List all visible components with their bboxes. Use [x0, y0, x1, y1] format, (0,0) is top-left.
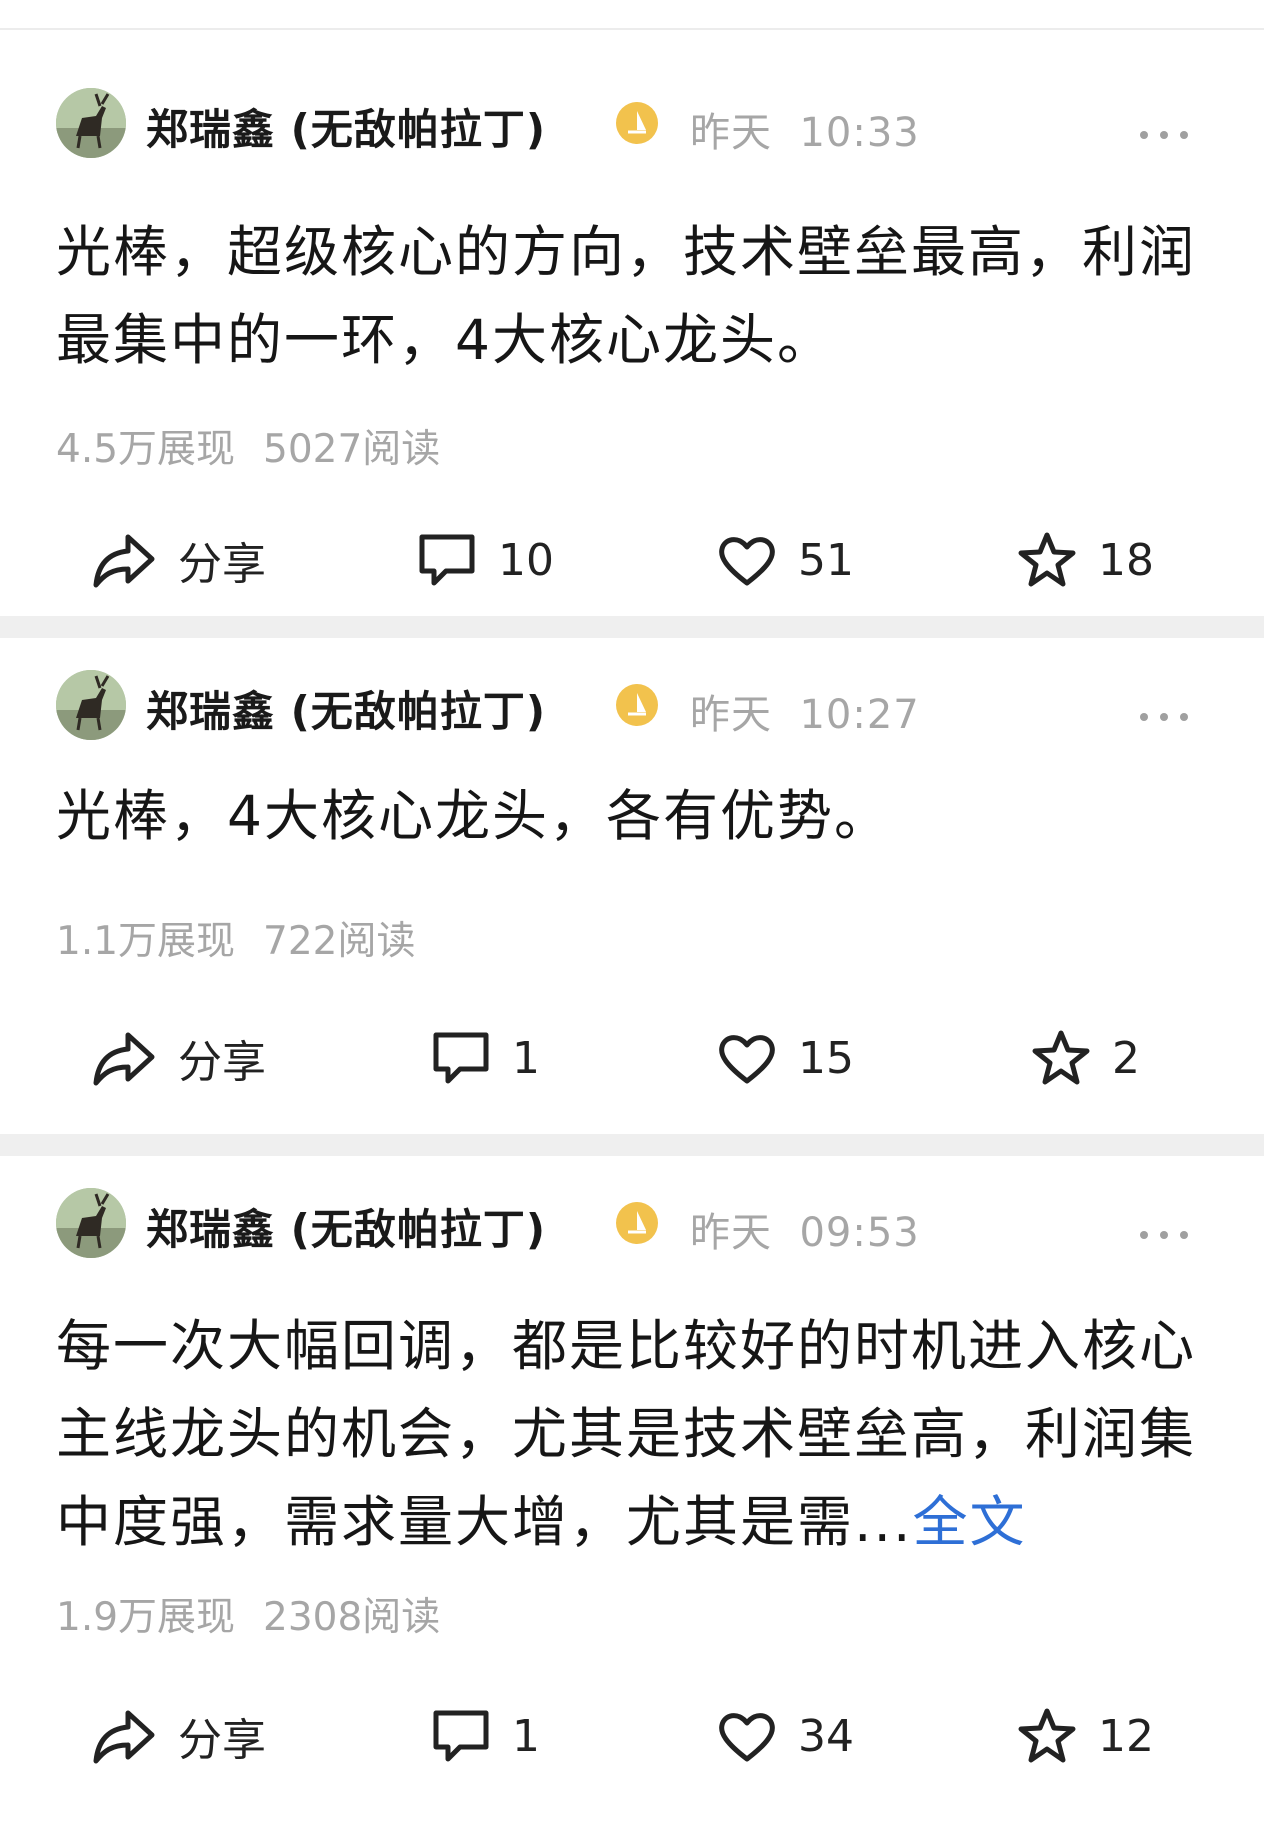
comment-button[interactable]: 10: [416, 520, 554, 600]
top-divider: [0, 0, 1264, 30]
action-bar: 分享 1 34 12: [0, 1696, 1264, 1776]
post-card[interactable]: 郑瑞鑫 (无敌帕拉丁) 昨天 10:33 光棒，超级核心的方向，技术壁垒最高，利…: [0, 30, 1264, 616]
favorite-button[interactable]: 2: [1030, 1018, 1140, 1098]
post-time: 昨天 09:53: [690, 1210, 920, 1256]
share-label: 分享: [178, 1037, 266, 1088]
post-content[interactable]: 光棒，4大核心龙头，各有优势。: [56, 772, 1206, 860]
author-name[interactable]: 郑瑞鑫 (无敌帕拉丁): [146, 96, 546, 157]
share-button[interactable]: 分享: [92, 520, 266, 600]
post-separator: [0, 616, 1264, 638]
favorite-count: 2: [1112, 1032, 1140, 1084]
heart-icon: [719, 537, 775, 586]
comment-bubble-icon: [433, 1710, 489, 1762]
author-avatar[interactable]: [56, 88, 126, 158]
author-avatar[interactable]: [56, 1188, 126, 1258]
more-dots-icon[interactable]: [1136, 1214, 1192, 1254]
verified-badge-icon: [616, 684, 658, 726]
post-header: 郑瑞鑫 (无敌帕拉丁) 昨天 10:33: [0, 74, 1264, 170]
full-text-link[interactable]: 全文: [912, 1490, 1026, 1554]
star-icon: [1032, 1030, 1090, 1085]
favorite-button[interactable]: 18: [1016, 520, 1154, 600]
comment-count: 1: [512, 1710, 540, 1762]
share-button[interactable]: 分享: [92, 1018, 266, 1098]
comment-bubble-icon: [419, 534, 475, 586]
star-icon: [1018, 532, 1076, 587]
post-separator: [0, 1134, 1264, 1156]
like-button[interactable]: 15: [716, 1018, 854, 1098]
share-arrow-icon: [93, 1032, 155, 1086]
comment-button[interactable]: 1: [430, 1696, 540, 1776]
comment-count: 1: [512, 1032, 540, 1084]
more-dots-icon[interactable]: [1136, 114, 1192, 154]
share-arrow-icon: [93, 534, 155, 588]
post-stats: 1.9万展现 2308阅读: [56, 1586, 440, 1642]
heart-icon: [719, 1713, 775, 1762]
action-bar: 分享 1 15 2: [0, 1018, 1264, 1098]
deer-sculpture-image: [56, 670, 126, 740]
deer-sculpture-image: [56, 88, 126, 158]
reads-count: 722阅读: [263, 919, 416, 964]
verified-badge-icon: [616, 1202, 658, 1244]
like-button[interactable]: 34: [716, 1696, 854, 1776]
post-time: 昨天 10:33: [690, 110, 920, 156]
post-card[interactable]: 郑瑞鑫 (无敌帕拉丁) 昨天 10:27 光棒，4大核心龙头，各有优势。 1.1…: [0, 638, 1264, 1134]
impressions-count: 1.9万展现: [56, 1595, 236, 1640]
comment-bubble-icon: [433, 1032, 489, 1084]
like-count: 34: [798, 1710, 854, 1762]
comment-count: 10: [498, 534, 554, 586]
post-stats: 4.5万展现 5027阅读: [56, 418, 440, 474]
author-avatar[interactable]: [56, 670, 126, 740]
share-button[interactable]: 分享: [92, 1696, 266, 1776]
reads-count: 2308阅读: [263, 1595, 441, 1640]
star-icon: [1018, 1708, 1076, 1763]
action-bar: 分享 10 51 18: [0, 520, 1264, 600]
impressions-count: 1.1万展现: [56, 919, 236, 964]
share-label: 分享: [178, 539, 266, 590]
deer-sculpture-image: [56, 1188, 126, 1258]
comment-button[interactable]: 1: [430, 1018, 540, 1098]
post-content[interactable]: 光棒，超级核心的方向，技术壁垒最高，利润最集中的一环，4大核心龙头。: [56, 208, 1206, 384]
post-time: 昨天 10:27: [690, 692, 920, 738]
post-card[interactable]: 郑瑞鑫 (无敌帕拉丁) 昨天 09:53 每一次大幅回调，都是比较好的时机进入核…: [0, 1156, 1264, 1829]
author-name[interactable]: 郑瑞鑫 (无敌帕拉丁): [146, 678, 546, 739]
heart-icon: [719, 1035, 775, 1084]
share-arrow-icon: [93, 1710, 155, 1764]
share-label: 分享: [178, 1715, 266, 1766]
like-button[interactable]: 51: [716, 520, 854, 600]
reads-count: 5027阅读: [263, 427, 441, 472]
like-count: 15: [798, 1032, 854, 1084]
favorite-button[interactable]: 12: [1016, 1696, 1154, 1776]
post-header: 郑瑞鑫 (无敌帕拉丁) 昨天 09:53: [0, 1176, 1264, 1272]
verified-badge-icon: [616, 102, 658, 144]
post-stats: 1.1万展现 722阅读: [56, 910, 415, 966]
author-name[interactable]: 郑瑞鑫 (无敌帕拉丁): [146, 1196, 546, 1257]
impressions-count: 4.5万展现: [56, 427, 236, 472]
favorite-count: 18: [1098, 534, 1154, 586]
more-dots-icon[interactable]: [1136, 696, 1192, 736]
post-content[interactable]: 每一次大幅回调，都是比较好的时机进入核心主线龙头的机会，尤其是技术壁垒高，利润集…: [56, 1302, 1206, 1566]
favorite-count: 12: [1098, 1710, 1154, 1762]
like-count: 51: [798, 534, 854, 586]
post-header: 郑瑞鑫 (无敌帕拉丁) 昨天 10:27: [0, 658, 1264, 754]
